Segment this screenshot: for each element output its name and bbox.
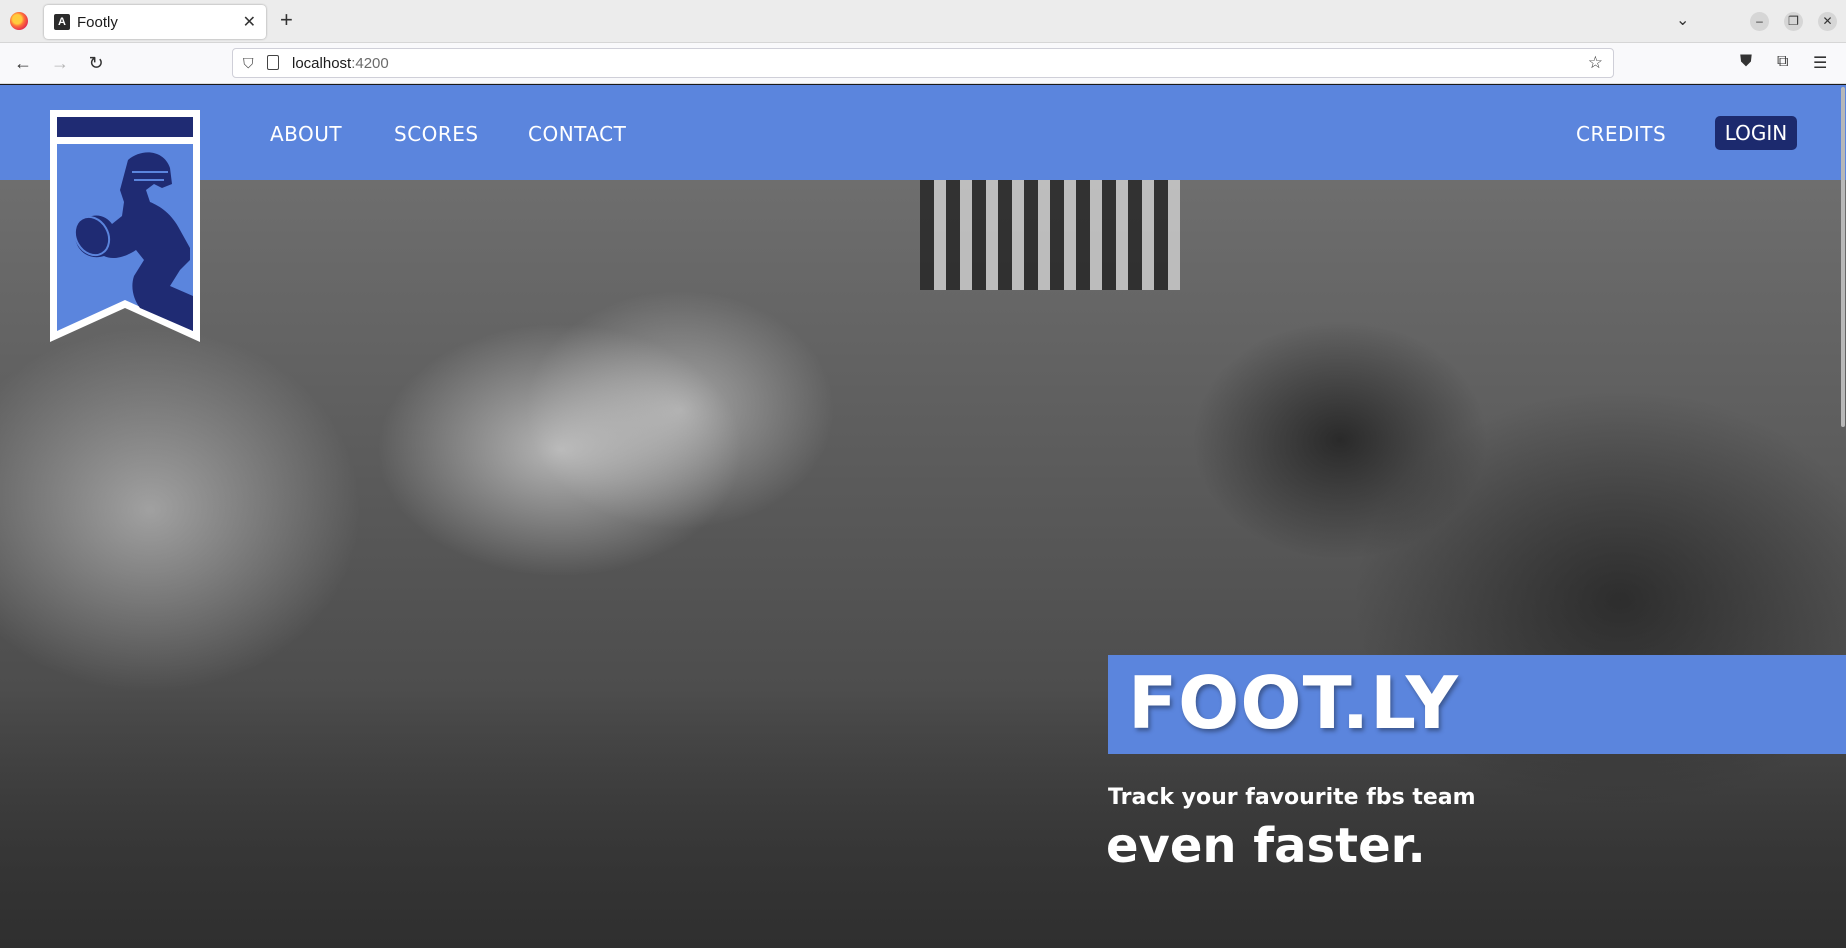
forward-icon[interactable]: →	[48, 51, 72, 75]
url-bar[interactable]: ⛉ localhost:4200 ☆	[232, 48, 1614, 78]
menu-icon[interactable]: ☰	[1813, 53, 1827, 73]
hero-background-image	[0, 180, 1846, 948]
bookmark-star-icon[interactable]: ☆	[1588, 53, 1603, 73]
pocket-icon[interactable]: ⛊	[1740, 53, 1752, 71]
browser-nav-bar: ← → ↻ ⛉ localhost:4200 ☆ ⛊ ⧉ ☰	[0, 43, 1846, 84]
hero-tagline-emphasis: even faster.	[1106, 818, 1426, 874]
reload-icon[interactable]: ↻	[84, 51, 108, 75]
close-tab-icon[interactable]: ✕	[243, 12, 256, 32]
back-icon[interactable]: ←	[11, 51, 35, 75]
brand-title: FOOT.LY	[1128, 661, 1459, 745]
football-player-logo[interactable]	[50, 110, 200, 342]
scrollbar-thumb[interactable]	[1841, 87, 1845, 427]
nav-about[interactable]: ABOUT	[270, 122, 342, 146]
browser-tab[interactable]: A Footly ✕	[44, 5, 266, 39]
brand-bar: FOOT.LY	[1108, 655, 1846, 754]
firefox-icon[interactable]	[10, 12, 28, 30]
page-scrollbar[interactable]	[1840, 85, 1846, 948]
restore-icon[interactable]: ❐	[1784, 12, 1803, 31]
nav-credits[interactable]: CREDITS	[1576, 122, 1666, 146]
angular-icon: A	[54, 14, 70, 30]
close-window-icon[interactable]: ✕	[1818, 12, 1837, 31]
page-icon[interactable]	[267, 55, 279, 70]
page-viewport: ABOUT SCORES CONTACT CREDITS LOGIN FOOT.…	[0, 85, 1846, 948]
referee-stripes	[920, 180, 1180, 290]
url-text[interactable]: localhost:4200	[292, 55, 389, 72]
list-all-tabs-icon[interactable]: ⌄	[1676, 10, 1689, 30]
nav-contact[interactable]: CONTACT	[528, 122, 626, 146]
browser-tab-bar: A Footly ✕ + ⌄ – ❐ ✕	[0, 0, 1846, 43]
hero-tagline: Track your favourite fbs team	[1108, 785, 1476, 810]
shield-icon[interactable]: ⛉	[243, 55, 254, 72]
login-button[interactable]: LOGIN	[1715, 116, 1797, 150]
site-header: ABOUT SCORES CONTACT CREDITS LOGIN	[0, 85, 1846, 180]
tab-title: Footly	[77, 14, 118, 31]
minimize-icon[interactable]: –	[1750, 12, 1769, 31]
nav-scores[interactable]: SCORES	[394, 122, 479, 146]
new-tab-button[interactable]: +	[280, 8, 293, 32]
extensions-icon[interactable]: ⧉	[1777, 53, 1788, 71]
